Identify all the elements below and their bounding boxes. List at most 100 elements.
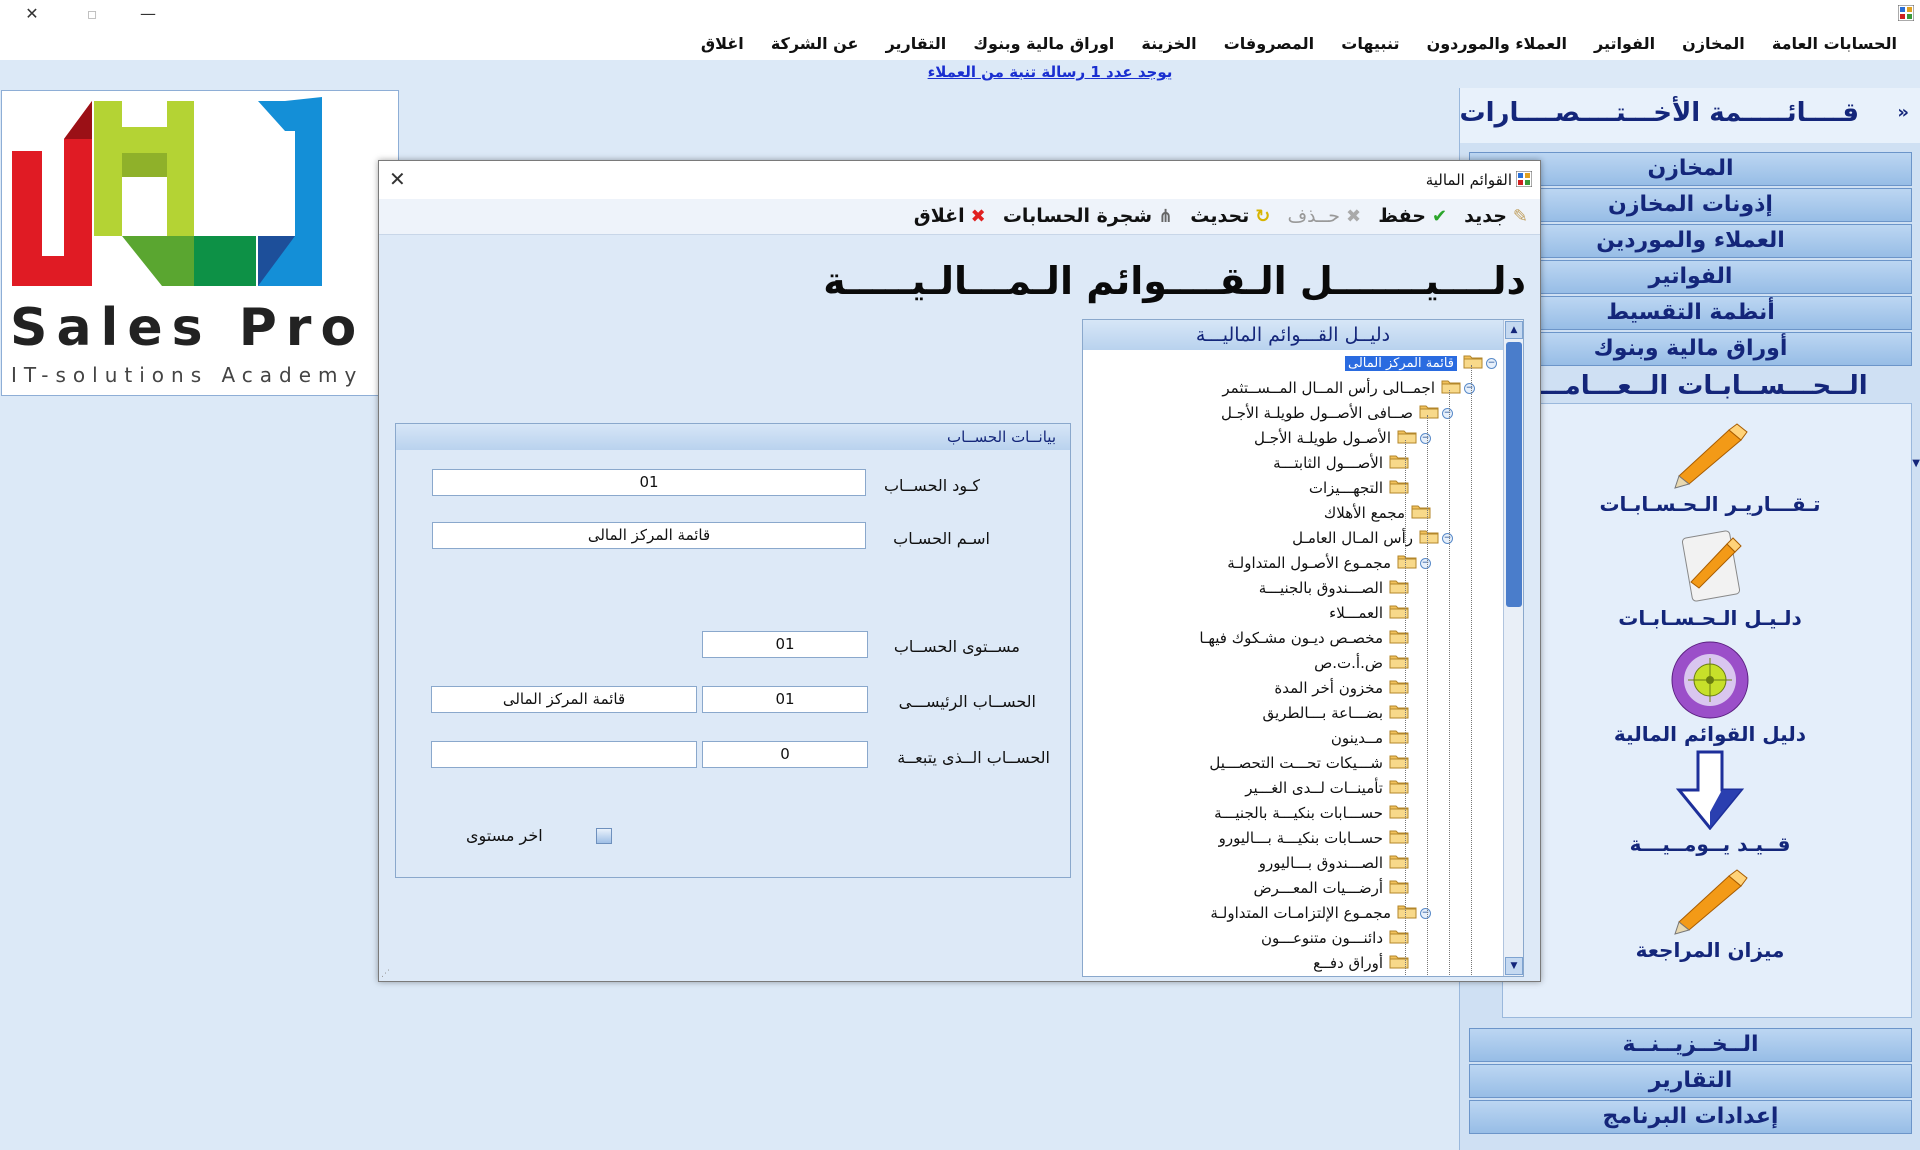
follows-account-name-field[interactable] — [431, 741, 697, 768]
menu-close[interactable]: اغلاق — [690, 28, 755, 60]
account-level-label: مســتوى الحســاب — [893, 637, 1020, 656]
folder-icon — [1389, 578, 1409, 598]
tree-node[interactable]: دائنـــون متنوعـــون — [1261, 928, 1409, 950]
tree-node[interactable]: الأصـــول الثابتـــة — [1273, 453, 1409, 475]
tree-node[interactable]: بضـــاعة بـــالطريق — [1263, 703, 1409, 725]
shortcut-daily-journal[interactable]: قــيـد يــومــيـــة — [1510, 750, 1910, 856]
menu-reports[interactable]: التقارير — [875, 28, 958, 60]
menu-stores[interactable]: المخازن — [1671, 28, 1756, 60]
collapse-node-icon[interactable]: − — [1420, 907, 1431, 919]
delete-button[interactable]: ✖حــذف — [1281, 199, 1367, 234]
tree-node-label: الأصـــول الثابتـــة — [1273, 454, 1383, 472]
tree-node[interactable]: − اجمــالى رأس المــال المــســتثمر — [1222, 378, 1475, 400]
tree-node[interactable]: − مجمـوع الأصـول المتداولـة — [1227, 553, 1431, 575]
collapse-node-icon[interactable]: − — [1420, 432, 1431, 444]
tree-node[interactable]: الصـــندوق بالجنيـــة — [1259, 578, 1409, 600]
menu-about-company[interactable]: عن الشركة — [760, 28, 870, 60]
tree-node[interactable]: حســابات بنكيـــة بـــاليورو — [1219, 828, 1409, 850]
sidebar-title: قــــائـــــمة الأخـــتــــصــــارات — [1459, 98, 1859, 128]
menu-treasury[interactable]: الخزينة — [1130, 28, 1207, 60]
tree-node[interactable]: مجمع الأهلاك — [1324, 503, 1431, 525]
dialog-titlebar: ✕ القوائم المالية — [379, 161, 1540, 199]
folder-icon — [1389, 803, 1409, 823]
collapse-node-icon[interactable]: − — [1486, 357, 1497, 369]
tree-node[interactable]: مــدينون — [1331, 728, 1409, 750]
parent-account-code-field[interactable]: 01 — [702, 686, 868, 713]
folder-icon — [1389, 828, 1409, 848]
shortcut-financial-statements[interactable]: دليل القوائم المالية — [1510, 640, 1910, 746]
parent-account-name-field[interactable]: قائمة المركز المالى — [431, 686, 697, 713]
tree-node[interactable]: حســـابات بنكيـــة بالجنيـــة — [1214, 803, 1409, 825]
new-button[interactable]: ✎جديد — [1458, 199, 1534, 234]
sidebar-cat-reports[interactable]: التقارير — [1469, 1064, 1912, 1098]
scroll-up-icon[interactable]: ▲ — [1505, 321, 1523, 339]
tree-node[interactable]: ض.أ.ت.ص — [1314, 653, 1409, 675]
tree-node-label: مجمـوع الأصـول المتداولـة — [1227, 554, 1391, 572]
menu-general-accounts[interactable]: الحسابات العامة — [1761, 28, 1908, 60]
tree-node[interactable]: مخزون أخر المدة — [1274, 678, 1409, 700]
collapse-node-icon[interactable]: − — [1442, 407, 1453, 419]
collapse-node-icon[interactable]: − — [1442, 532, 1453, 544]
tree-node[interactable]: − مجمـوع الإلتزامـات المتداولـة — [1210, 903, 1431, 925]
save-button[interactable]: ✔حفظ — [1372, 199, 1453, 234]
window-minimize-icon[interactable]: — — [130, 2, 166, 26]
tree-node[interactable]: التجهـــيزات — [1309, 478, 1409, 500]
tree-node[interactable]: أرضـــيات المعـــرض — [1253, 878, 1409, 900]
folder-icon — [1389, 853, 1409, 873]
pencil-icon — [1674, 869, 1748, 935]
tree-node[interactable]: أوراق دفــع — [1313, 953, 1409, 975]
close-button[interactable]: ✖اغلاق — [908, 199, 992, 234]
folder-icon — [1397, 553, 1417, 573]
customer-alert-notice[interactable]: يوجد عدد 1 رسالة تنبة من العملاء — [700, 62, 1400, 81]
tree-node[interactable]: العمـــلاء — [1329, 603, 1409, 625]
panel-scroll-arrow-icon[interactable]: ▼ — [1912, 458, 1920, 469]
menu-securities-banks[interactable]: اوراق مالية وبنوك — [962, 28, 1125, 60]
resize-grip-icon[interactable]: ⋰ — [381, 969, 390, 979]
window-titlebar: ✕ ▫ — — [0, 0, 1920, 28]
collapse-sidebar-icon[interactable]: » — [1897, 102, 1909, 123]
tree-node[interactable]: − قائمة المركز المالى — [1344, 353, 1497, 375]
tree-node[interactable]: − صــافى الأصــول طويلـة الأجـل — [1221, 403, 1453, 425]
follows-account-code-field[interactable]: 0 — [702, 741, 868, 768]
scroll-thumb[interactable] — [1506, 342, 1522, 607]
tree-node-label: حســابات بنكيـــة بـــاليورو — [1218, 829, 1383, 847]
collapse-node-icon[interactable]: − — [1420, 557, 1431, 569]
account-data-panel: بيانــات الحســاب كـود الحســاب 01 اسـم … — [395, 423, 1071, 878]
folder-icon — [1389, 628, 1409, 648]
tree-node-label: تأمينــات لــدى الغـــير — [1245, 779, 1383, 797]
window-close-icon[interactable]: ✕ — [14, 2, 50, 26]
dialog-close-icon[interactable]: ✕ — [389, 167, 406, 191]
tree-scrollbar[interactable]: ▲ ▼ — [1503, 320, 1523, 976]
delete-icon: ✖ — [1346, 206, 1362, 227]
sidebar-cat-settings[interactable]: إعدادات البرنامج — [1469, 1100, 1912, 1134]
tree-node[interactable]: − رأس المـال العامـل — [1292, 528, 1453, 550]
menu-invoices[interactable]: الفواتير — [1583, 28, 1666, 60]
tree-node[interactable]: مخصـص ديـون مشـكوك فيهـا — [1199, 628, 1409, 650]
tree-node-label: اجمــالى رأس المــال المــســتثمر — [1222, 379, 1435, 397]
menu-customers-suppliers[interactable]: العملاء والموردون — [1416, 28, 1578, 60]
refresh-button[interactable]: ↻تحديث — [1184, 199, 1276, 234]
notice-link[interactable]: يوجد عدد 1 رسالة تنبة من العملاء — [928, 63, 1173, 81]
shortcut-account-reports[interactable]: تـقـــاريـر الـحـسـابـات — [1510, 418, 1910, 516]
shortcut-label: دلـيـل الـحـسـابـات — [1618, 606, 1802, 630]
collapse-node-icon[interactable]: − — [1464, 382, 1475, 394]
accounts-tree-button[interactable]: ⋔شجرة الحسابات — [997, 199, 1179, 234]
account-name-field[interactable]: قائمة المركز المالى — [432, 522, 866, 549]
shortcut-chart-of-accounts[interactable]: دلـيـل الـحـسـابـات — [1510, 528, 1910, 630]
shortcut-trial-balance[interactable]: ميزان المراجعة — [1510, 864, 1910, 962]
tree-node[interactable]: تأمينــات لــدى الغـــير — [1245, 778, 1409, 800]
account-level-field[interactable]: 01 — [702, 631, 868, 658]
company-logo: Sales Pro IT-solutions Academy — [1, 90, 399, 396]
folder-icon — [1389, 678, 1409, 698]
tree-node[interactable]: الصـــندوق بـــاليورو — [1259, 853, 1409, 875]
scroll-down-icon[interactable]: ▼ — [1505, 957, 1523, 975]
folder-icon — [1389, 953, 1409, 973]
last-level-checkbox[interactable] — [596, 828, 612, 844]
menu-expenses[interactable]: المصروفات — [1213, 28, 1325, 60]
tree-node[interactable]: شـــيكات تحـــت التحصـــيل — [1209, 753, 1409, 775]
account-code-field[interactable]: 01 — [432, 469, 866, 496]
menu-alerts[interactable]: تنبيهات — [1330, 28, 1410, 60]
sidebar-cat-treasury[interactable]: الــخــزيــنــة — [1469, 1028, 1912, 1062]
tree-node-label: دائنـــون متنوعـــون — [1261, 929, 1383, 947]
window-maximize-icon[interactable]: ▫ — [74, 2, 110, 26]
